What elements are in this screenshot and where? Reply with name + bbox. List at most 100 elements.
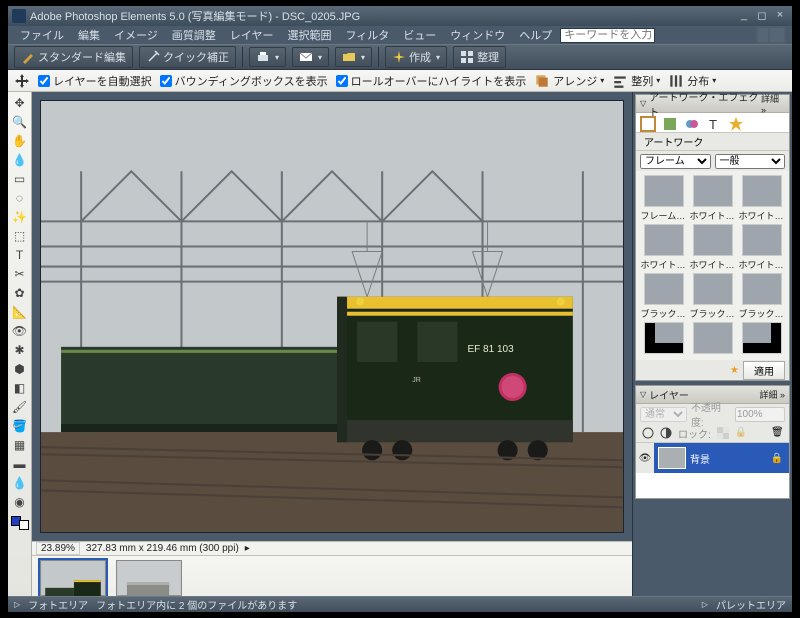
organize-button[interactable]: 整理 [453, 46, 506, 68]
align-dropdown[interactable]: 整列 [612, 73, 660, 89]
favorite-star-icon[interactable]: ★ [730, 365, 739, 376]
gradient-tool[interactable]: ▦ [10, 436, 30, 454]
apply-button[interactable]: 適用 [743, 361, 785, 380]
close-button[interactable]: × [772, 9, 788, 23]
shape-tool[interactable]: ▬ [10, 455, 30, 473]
cookie-cutter-tool[interactable]: ✿ [10, 284, 30, 302]
sparkle-icon [392, 50, 406, 64]
frame-category-select[interactable]: 一般 [715, 154, 786, 169]
sponge-tool[interactable]: ◉ [10, 493, 30, 511]
effects-icon[interactable] [662, 116, 678, 132]
keyword-search-input[interactable] [560, 28, 655, 43]
footer: ▷ フォトエリア フォトエリア内に 2 個のファイルがあります ▷ パレットエリ… [8, 596, 792, 612]
menu-help[interactable]: ヘルプ [513, 25, 558, 45]
menu-bar: ファイル 編集 イメージ 画質調整 レイヤー 選択範囲 フィルタ ビュー ウィン… [8, 26, 792, 44]
envelope-icon [299, 50, 313, 64]
print-button[interactable] [249, 47, 286, 67]
trash-icon[interactable]: 🗑 [771, 427, 783, 439]
favorites-icon[interactable] [728, 116, 744, 132]
blur-tool[interactable]: 💧 [10, 474, 30, 492]
wand-tool[interactable]: ✨ [10, 208, 30, 226]
status-bar: 23.89% 327.83 mm x 219.46 mm (300 ppi) ▸ [32, 541, 632, 555]
expand-photo-area-icon[interactable]: ▷ [14, 600, 20, 609]
layers-list: 👁 背景 🔒 [636, 442, 789, 498]
menu-window[interactable]: ウィンドウ [444, 25, 511, 45]
artwork-item[interactable]: ホワイト 40px [640, 224, 687, 271]
zoom-level[interactable]: 23.89% [36, 542, 80, 555]
artwork-item[interactable]: フレームなし [640, 175, 687, 222]
pencil-icon [21, 50, 35, 64]
collapse-icon[interactable]: ▽ [640, 99, 646, 108]
auto-select-checkbox[interactable]: レイヤーを自動選択 [38, 73, 152, 89]
new-layer-icon[interactable] [642, 427, 654, 439]
redeye-tool[interactable]: 👁 [10, 322, 30, 340]
frame-type-select[interactable]: フレーム [640, 154, 711, 169]
artwork-tab[interactable]: アートワーク [640, 132, 707, 151]
menu-filter[interactable]: フィルタ [339, 25, 395, 45]
palette-area-label[interactable]: パレットエリア [716, 597, 786, 612]
menu-view[interactable]: ビュー [397, 25, 442, 45]
share-button[interactable] [292, 47, 329, 67]
hand-tool[interactable]: ✋ [10, 132, 30, 150]
menu-file[interactable]: ファイル [14, 25, 70, 45]
expand-palette-area-icon[interactable]: ▷ [702, 600, 708, 609]
menu-image[interactable]: イメージ [108, 25, 164, 45]
thumbnail[interactable]: DSC_0205.JPG [38, 560, 108, 596]
graphics-icon[interactable] [684, 116, 700, 132]
eyedropper-tool[interactable]: 💧 [10, 151, 30, 169]
create-button[interactable]: 作成 [385, 46, 447, 68]
quick-fix-button[interactable]: クイック補正 [139, 46, 236, 68]
menu-select[interactable]: 選択範囲 [281, 25, 337, 45]
document-canvas[interactable]: EF 81 103 JR [40, 100, 624, 533]
artwork-item[interactable]: ブラック 20px [738, 273, 785, 320]
marquee-tool[interactable]: ▭ [10, 170, 30, 188]
collapse-icon[interactable]: ▽ [640, 390, 646, 399]
adjustment-icon[interactable] [660, 427, 672, 439]
crop-tool[interactable]: ✂ [10, 265, 30, 283]
artwork-item[interactable] [689, 322, 736, 356]
type-tool[interactable]: T [10, 246, 30, 264]
layers-detail-link[interactable]: 詳細 [759, 388, 785, 401]
standard-edit-button[interactable]: スタンダード編集 [14, 46, 133, 68]
artwork-detail-link[interactable]: 詳細 [761, 92, 785, 115]
frames-icon[interactable] [640, 116, 656, 132]
ps-logo [756, 26, 786, 44]
artwork-item[interactable]: ブラック 10px [640, 273, 687, 320]
text-icon[interactable]: T [706, 116, 722, 132]
lasso-tool[interactable]: ◌ [10, 189, 30, 207]
artwork-item[interactable]: ホワイト 20px [738, 175, 785, 222]
maximize-button[interactable]: ◻ [754, 9, 770, 23]
distribute-dropdown[interactable]: 分布 [668, 73, 716, 89]
selection-brush-tool[interactable]: ⬚ [10, 227, 30, 245]
stamp-tool[interactable]: ⬢ [10, 360, 30, 378]
rollover-checkbox[interactable]: ロールオーバーにハイライトを表示 [336, 73, 527, 89]
menu-layer[interactable]: レイヤー [224, 25, 280, 45]
zoom-tool[interactable]: 🔍 [10, 113, 30, 131]
color-swatch[interactable] [11, 516, 29, 530]
eraser-tool[interactable]: ◧ [10, 379, 30, 397]
photo-area-label[interactable]: フォトエリア [28, 597, 88, 612]
bucket-tool[interactable]: 🪣 [10, 417, 30, 435]
move-tool[interactable]: ✥ [10, 94, 30, 112]
straighten-tool[interactable]: 📐 [10, 303, 30, 321]
visibility-toggle[interactable]: 👁 [636, 443, 654, 473]
minimize-button[interactable]: _ [736, 9, 752, 23]
menu-enhance[interactable]: 画質調整 [166, 25, 222, 45]
artwork-item[interactable] [640, 322, 687, 356]
healing-tool[interactable]: ✱ [10, 341, 30, 359]
layer-row[interactable]: 👁 背景 🔒 [636, 443, 789, 473]
arrange-dropdown[interactable]: アレンジ [534, 73, 604, 89]
open-button[interactable] [335, 47, 372, 67]
artwork-item[interactable]: ホワイト 10px [689, 175, 736, 222]
brush-tool[interactable]: 🖌 [10, 398, 30, 416]
menu-edit[interactable]: 編集 [72, 25, 106, 45]
artwork-item[interactable]: ホワイト (ベ… [689, 224, 736, 271]
artwork-grid: フレームなし ホワイト 10px ホワイト 20px ホワイト 40px ホワイ… [636, 171, 789, 360]
artwork-item[interactable]: ブラック 1px [689, 273, 736, 320]
status-arrow-icon[interactable]: ▸ [245, 543, 250, 554]
artwork-item[interactable] [738, 322, 785, 356]
thumbnail[interactable]: DSC_0234.JPG [114, 560, 184, 596]
artwork-item[interactable]: ホワイト (フレ… [738, 224, 785, 271]
svg-text:JR: JR [412, 377, 421, 384]
bounding-box-checkbox[interactable]: バウンディングボックスを表示 [160, 73, 328, 89]
